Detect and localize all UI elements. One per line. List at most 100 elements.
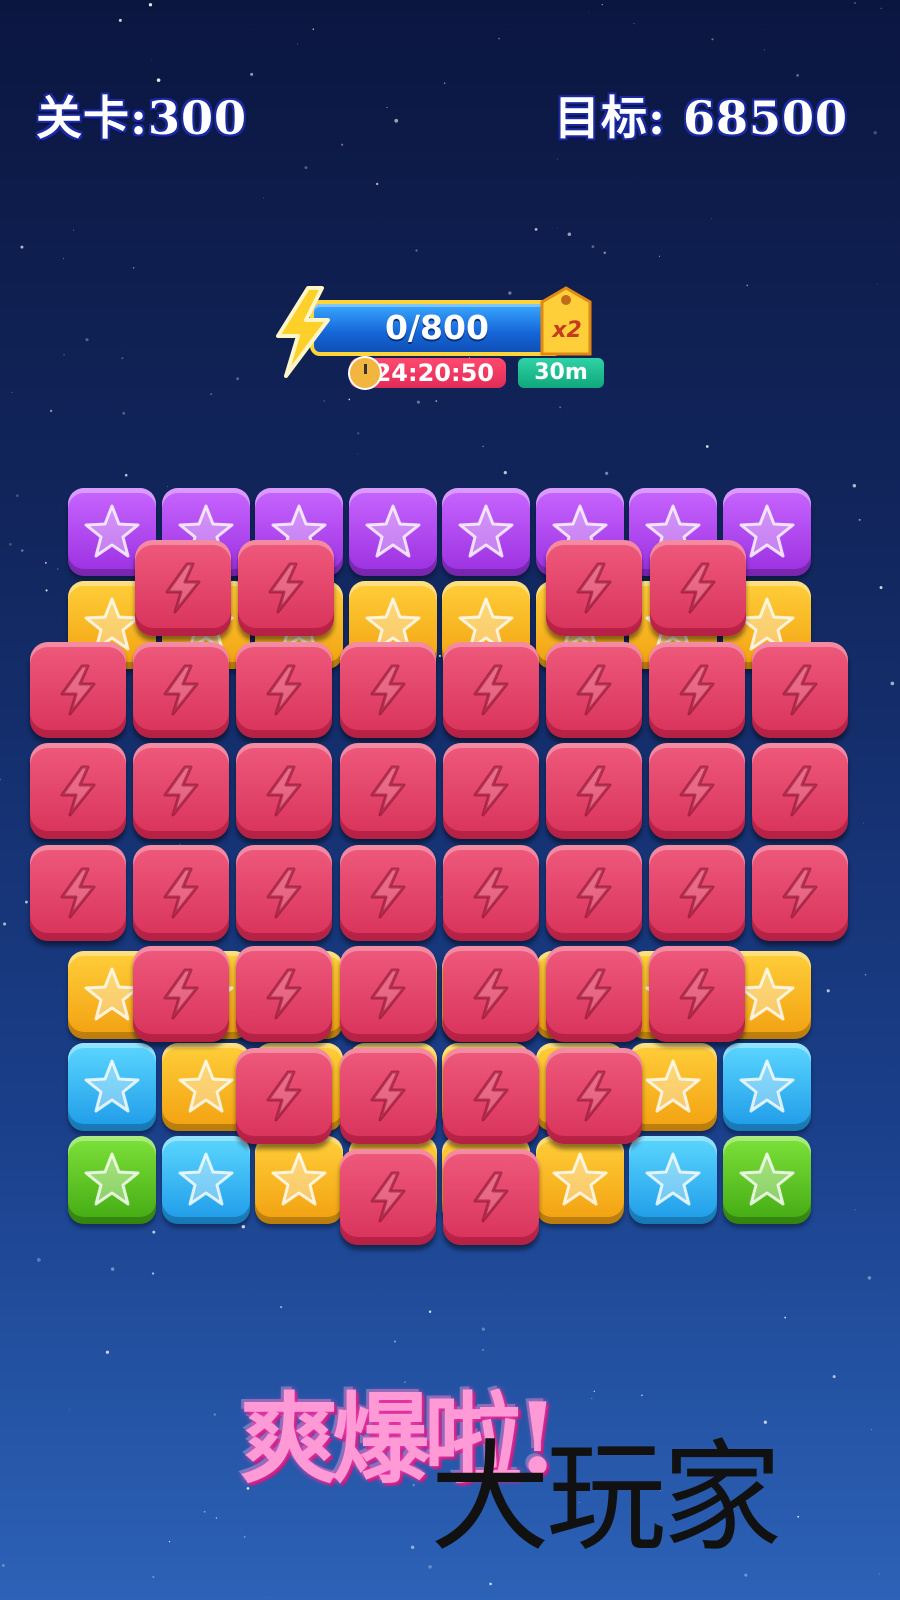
star-dot [588, 12, 590, 13]
star-dot [357, 453, 359, 455]
lightning-icon [266, 765, 302, 817]
blue-star-block[interactable] [161, 1135, 250, 1224]
red-lightning-block[interactable] [442, 946, 539, 1042]
purple-star-block[interactable] [442, 488, 530, 576]
red-lightning-block[interactable] [649, 946, 746, 1042]
star-dot [593, 1390, 595, 1393]
red-lightning-block[interactable] [546, 844, 642, 941]
red-lightning-block[interactable] [339, 946, 436, 1042]
red-lightning-block[interactable] [442, 641, 539, 738]
lightning-icon [782, 664, 818, 715]
red-lightning-block[interactable] [442, 743, 539, 839]
red-lightning-block[interactable] [135, 540, 231, 636]
star-dot [280, 1306, 283, 1309]
red-lightning-block[interactable] [133, 641, 230, 738]
red-lightning-block[interactable] [133, 946, 230, 1042]
red-lightning-block[interactable] [236, 743, 333, 839]
star-dot [85, 338, 89, 342]
star-dot [241, 1224, 245, 1229]
red-lightning-block[interactable] [442, 1149, 539, 1245]
star-dot [567, 232, 572, 237]
lightning-icon [268, 562, 304, 614]
lightning-icon [163, 664, 199, 715]
star-dot [69, 1409, 70, 1411]
green-star-block[interactable] [722, 1135, 811, 1224]
red-lightning-block[interactable] [339, 1047, 436, 1144]
red-lightning-block[interactable] [649, 641, 746, 738]
star-dot [341, 143, 344, 146]
red-lightning-block[interactable] [649, 743, 746, 839]
red-lightning-block[interactable] [442, 1047, 539, 1144]
red-lightning-block[interactable] [442, 844, 539, 941]
star-dot [167, 486, 169, 487]
star-dot [797, 1515, 800, 1518]
red-lightning-block[interactable] [546, 1047, 642, 1144]
star-dot [659, 255, 661, 257]
red-lightning-block[interactable] [30, 743, 126, 839]
star-dot [72, 229, 75, 231]
red-lightning-block[interactable] [546, 743, 642, 839]
star-dot [124, 473, 128, 477]
lightning-icon [163, 968, 199, 1020]
red-lightning-block[interactable] [546, 946, 642, 1042]
red-lightning-block[interactable] [339, 743, 436, 839]
blue-star-block[interactable] [722, 1043, 811, 1131]
star-dot [605, 471, 609, 475]
blue-star-block[interactable] [629, 1135, 717, 1224]
purple-star-block[interactable] [348, 488, 437, 576]
star-dot [489, 1582, 492, 1586]
star-dot [601, 4, 603, 6]
red-lightning-block[interactable] [30, 844, 126, 941]
star-dot [863, 822, 864, 824]
star-dot [878, 1573, 881, 1575]
star-dot [410, 1545, 415, 1550]
star-dot [16, 494, 19, 497]
lightning-icon [266, 664, 302, 715]
red-lightning-block[interactable] [236, 946, 333, 1042]
blue-star-block[interactable] [68, 1043, 156, 1131]
red-lightning-block[interactable] [650, 540, 746, 636]
lightning-icon [473, 968, 509, 1020]
target-score-label: 目标: 68500 [553, 91, 848, 145]
star-icon [178, 1152, 233, 1205]
red-lightning-block[interactable] [339, 844, 436, 941]
red-lightning-block[interactable] [133, 743, 230, 839]
star-icon [739, 1059, 794, 1113]
star-dot [557, 158, 559, 160]
star-dot [416, 400, 420, 404]
red-lightning-block[interactable] [339, 641, 436, 738]
red-lightning-block[interactable] [752, 743, 849, 839]
red-lightning-block[interactable] [30, 641, 126, 738]
star-icon [365, 504, 420, 558]
star-dot [121, 357, 124, 360]
star-dot [867, 1276, 872, 1280]
lightning-icon [163, 765, 199, 817]
red-lightning-block[interactable] [752, 641, 849, 738]
orange-star-block[interactable] [629, 1043, 717, 1131]
energy-event-widget[interactable]: 0/800 x2 24:20:50 30m [270, 286, 610, 396]
red-lightning-block[interactable] [133, 844, 230, 941]
clock-icon [348, 356, 382, 390]
star-dot [21, 549, 24, 552]
lightning-icon [266, 968, 302, 1020]
star-dot [356, 432, 360, 435]
star-dot [63, 354, 65, 356]
red-lightning-block[interactable] [339, 1149, 436, 1245]
orange-star-block[interactable] [255, 1135, 343, 1224]
orange-star-block[interactable] [535, 1135, 624, 1224]
star-dot [852, 484, 857, 488]
star-icon [271, 1152, 327, 1205]
red-lightning-block[interactable] [236, 641, 333, 738]
red-lightning-block[interactable] [546, 540, 642, 636]
red-lightning-block[interactable] [238, 540, 334, 636]
star-icon [552, 1152, 607, 1205]
red-lightning-block[interactable] [649, 844, 746, 941]
red-lightning-block[interactable] [236, 1047, 333, 1144]
red-lightning-block[interactable] [236, 844, 333, 941]
green-star-block[interactable] [68, 1135, 156, 1224]
lightning-icon [60, 664, 96, 715]
red-lightning-block[interactable] [752, 844, 849, 941]
red-lightning-block[interactable] [546, 641, 642, 738]
star-dot [45, 589, 48, 592]
star-dot [122, 411, 126, 415]
